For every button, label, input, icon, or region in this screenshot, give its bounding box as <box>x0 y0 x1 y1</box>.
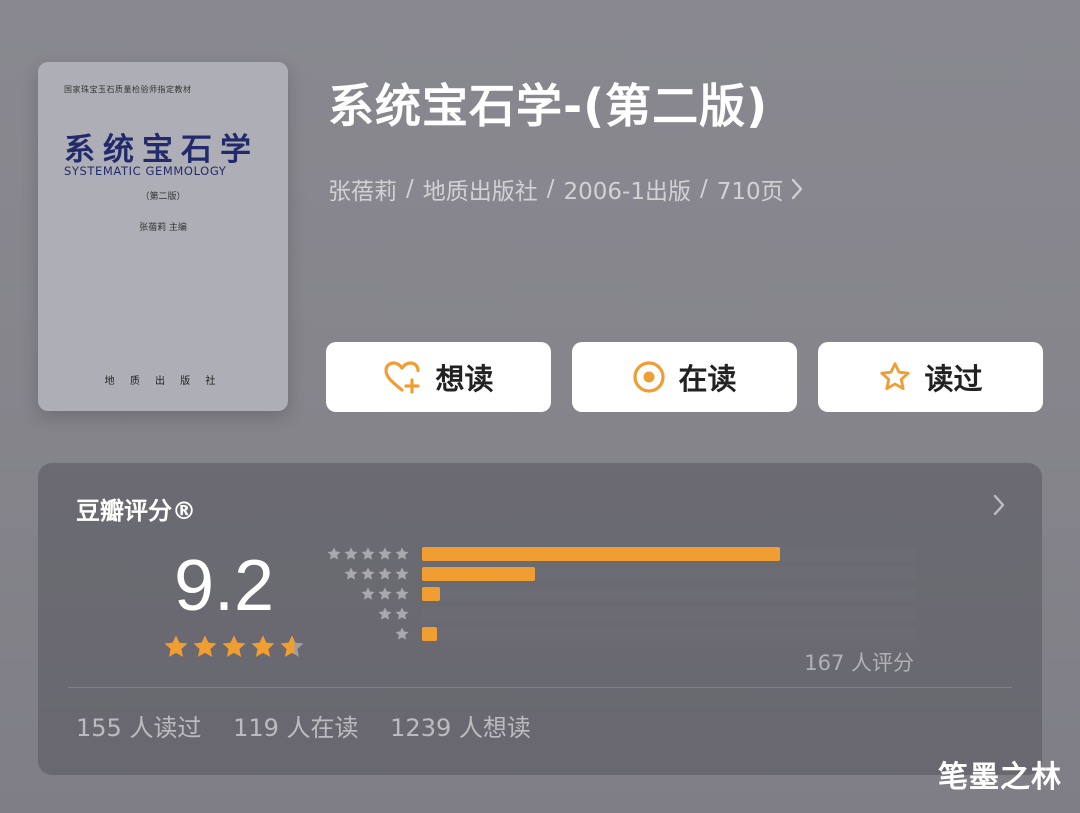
have-read-label: 读过 <box>924 362 983 396</box>
watermark: 笔墨之林 <box>938 760 1062 795</box>
rating-bar-stars <box>318 566 422 582</box>
rating-bar-row <box>318 604 918 624</box>
rating-bar-track <box>422 567 916 581</box>
chevron-right-icon[interactable] <box>992 493 1006 517</box>
stat-read: 155 人读过 <box>76 714 202 742</box>
star-icon <box>278 633 307 661</box>
cover-title: 系统宝石学 <box>64 132 259 168</box>
stat-want: 1239 人想读 <box>390 714 531 742</box>
star-icon <box>249 633 278 661</box>
star-icon <box>162 633 191 661</box>
meta-separator: / <box>546 176 555 202</box>
rating-bar-fill <box>422 547 781 561</box>
want-to-read-label: 想读 <box>435 362 494 396</box>
reading-button[interactable]: 在读 <box>572 342 797 412</box>
rating-distribution <box>318 544 918 644</box>
rating-bar-row <box>318 564 918 584</box>
rating-bar-stars <box>318 626 422 642</box>
book-meta[interactable]: 张蓓莉 / 地质出版社 / 2006-1出版 / 710页 <box>328 172 804 206</box>
meta-pages: 710页 <box>716 179 784 205</box>
rating-bar-track <box>422 627 916 641</box>
cover-edition: （第二版） <box>140 192 186 202</box>
rating-bar-track <box>422 587 916 601</box>
cover-author: 张蓓莉 主编 <box>139 223 187 233</box>
reader-stats: 155 人读过 119 人在读 1239 人想读 <box>76 708 555 743</box>
rating-bar-track <box>422 547 916 561</box>
rating-header: 豆瓣评分® <box>76 497 196 525</box>
star-icon <box>220 633 249 661</box>
book-cover[interactable]: 国家珠宝玉石质量检验师指定教材 系统宝石学 SYSTEMATIC GEMMOLO… <box>38 62 288 411</box>
meta-separator: / <box>699 176 708 202</box>
chevron-right-icon[interactable] <box>790 177 804 201</box>
stat-reading: 119 人在读 <box>233 714 359 742</box>
book-title: 系统宝石学-(第二版) <box>328 79 769 133</box>
meta-publish-date: 2006-1出版 <box>563 179 691 205</box>
rating-score: 9.2 <box>174 546 275 626</box>
star-outline-icon <box>878 360 912 394</box>
rating-bar-fill <box>422 627 437 641</box>
cover-publisher: 地 质 出 版 社 <box>104 376 222 387</box>
have-read-button[interactable]: 读过 <box>818 342 1043 412</box>
rating-bar-stars <box>318 586 422 602</box>
rating-stars <box>162 633 307 661</box>
target-circle-icon <box>632 360 666 394</box>
rating-bar-fill <box>422 567 535 581</box>
want-to-read-button[interactable]: 想读 <box>326 342 551 412</box>
heart-plus-icon <box>383 360 423 394</box>
meta-publisher: 地质出版社 <box>422 179 538 205</box>
rating-bar-stars <box>318 546 422 562</box>
cover-series-text: 国家珠宝玉石质量检验师指定教材 <box>64 85 192 94</box>
rating-bar-fill <box>422 587 440 601</box>
cover-english-title: SYSTEMATIC GEMMOLOGY <box>64 164 227 178</box>
reading-label: 在读 <box>678 362 737 396</box>
rating-count: 167 人评分 <box>804 651 914 675</box>
rating-bar-track <box>422 607 916 621</box>
meta-author: 张蓓莉 <box>328 179 397 205</box>
rating-card[interactable]: 豆瓣评分® 9.2 167 人评分 155 人读过 119 人在读 1239 人… <box>38 463 1042 775</box>
star-icon <box>191 633 220 661</box>
rating-bar-row <box>318 544 918 564</box>
meta-separator: / <box>406 176 414 202</box>
rating-bar-row <box>318 584 918 604</box>
rating-bar-stars <box>318 606 422 622</box>
rating-bar-row <box>318 624 918 644</box>
divider <box>68 687 1012 688</box>
